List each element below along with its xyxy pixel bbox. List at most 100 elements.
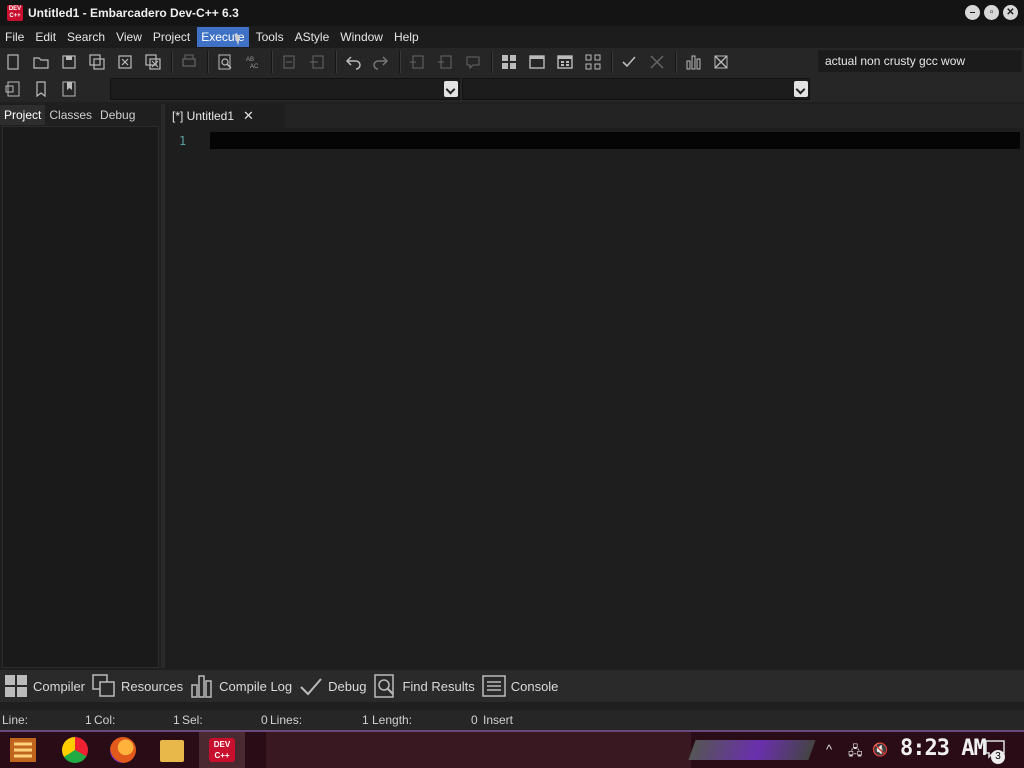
tray-expand-icon[interactable]: ^ — [826, 742, 832, 757]
menu-window[interactable]: Window — [336, 27, 387, 47]
close-all-icon[interactable] — [140, 50, 166, 74]
status-lines-label: Lines: — [270, 713, 303, 727]
menu-search[interactable]: Search — [63, 27, 109, 47]
member-combo[interactable] — [462, 78, 810, 100]
new-project-icon[interactable] — [404, 50, 430, 74]
compiler-icon — [5, 675, 27, 697]
replace-icon[interactable]: AB AC — [240, 50, 266, 74]
status-lines-value: 1 — [362, 713, 369, 727]
toolbar-separator — [491, 51, 493, 73]
goto-bookmark-icon[interactable] — [56, 77, 82, 101]
devcpp-taskbar-button[interactable]: DEV C++ — [199, 732, 245, 768]
remove-from-project-icon[interactable] — [432, 50, 458, 74]
chevron-down-icon[interactable] — [794, 81, 808, 97]
menu-file[interactable]: File — [1, 27, 28, 47]
tab-debug-label: Debug — [328, 678, 367, 694]
tab-find-results[interactable]: Find Results — [372, 672, 475, 700]
status-line-label: Line: — [2, 713, 29, 727]
redo-icon[interactable] — [368, 50, 394, 74]
save-all-icon[interactable] — [84, 50, 110, 74]
taskbar-empty-area — [266, 732, 691, 768]
tab-resources[interactable]: Resources — [91, 672, 183, 700]
tab-project[interactable]: Project — [0, 104, 46, 125]
menu-project[interactable]: Project — [149, 27, 194, 47]
rebuild-all-icon[interactable] — [580, 50, 606, 74]
tab-debug[interactable]: Debug — [96, 105, 139, 125]
status-length-label: Length: — [372, 713, 413, 727]
svg-text:AC: AC — [250, 64, 259, 70]
code-editor[interactable]: 1 — [165, 128, 1024, 668]
menu-view[interactable]: View — [112, 27, 146, 47]
taskbar-clock[interactable]: 8:23 AM — [900, 736, 987, 761]
left-panel-tabs: Project Classes Debug — [0, 104, 162, 125]
open-folder-icon[interactable] — [28, 50, 54, 74]
minimize-icon[interactable]: – — [965, 5, 980, 20]
print-icon[interactable] — [176, 50, 202, 74]
project-options-icon[interactable] — [460, 50, 486, 74]
menu-edit[interactable]: Edit — [31, 27, 60, 47]
tab-console-label: Console — [510, 678, 559, 694]
indent-icon[interactable] — [276, 50, 302, 74]
status-col-label: Col: — [94, 713, 116, 727]
stop-execution-icon[interactable] — [644, 50, 670, 74]
status-length-value: 0 — [471, 713, 478, 727]
bottom-panel-tabs: Compiler Resources Compile Log Debug Fin… — [0, 670, 1024, 702]
checkmark-icon — [300, 678, 322, 696]
window-controls: – ▫ ✕ — [965, 5, 1018, 20]
tab-untitled1[interactable]: [*] Untitled1 ✕ — [165, 104, 285, 128]
network-icon[interactable]: 🖧 — [848, 742, 863, 764]
delete-profile-icon[interactable] — [708, 50, 734, 74]
undo-icon[interactable] — [340, 50, 366, 74]
class-combo[interactable] — [110, 78, 460, 100]
profile-icon[interactable] — [680, 50, 706, 74]
tab-close-icon[interactable]: ✕ — [243, 108, 254, 124]
close-icon[interactable]: ✕ — [1003, 5, 1018, 20]
svg-text:AB: AB — [246, 57, 254, 63]
status-bar: Line: 1 Col: 1 Sel: 0 Lines: 1 Length: 0… — [0, 710, 1024, 730]
project-tree-panel[interactable] — [2, 126, 159, 668]
compile-icon[interactable] — [496, 50, 522, 74]
tab-compiler-label: Compiler — [33, 678, 86, 694]
tab-compile-log[interactable]: Compile Log — [189, 672, 292, 700]
devcpp-logo-icon: DEV C++ — [7, 5, 23, 21]
menu-help[interactable]: Help — [390, 27, 423, 47]
unindent-icon[interactable] — [304, 50, 330, 74]
menu-tools[interactable]: Tools — [252, 27, 288, 47]
toolbar-separator — [675, 51, 677, 73]
start-button-icon[interactable] — [6, 736, 40, 764]
toolbar-separator — [611, 51, 613, 73]
toolbar-separator — [399, 51, 401, 73]
resources-icon — [92, 674, 115, 697]
toolbar-separator — [207, 51, 209, 73]
volume-muted-icon[interactable]: 🔇 — [872, 742, 888, 758]
tab-classes[interactable]: Classes — [45, 105, 96, 125]
tab-compiler[interactable]: Compiler — [3, 672, 85, 700]
bookmark-icon[interactable] — [28, 77, 54, 101]
tab-resources-label: Resources — [121, 678, 184, 694]
menu-astyle[interactable]: AStyle — [291, 27, 334, 47]
restore-icon[interactable]: ▫ — [984, 5, 999, 20]
find-results-icon — [374, 674, 395, 698]
save-icon[interactable] — [56, 50, 82, 74]
close-file-icon[interactable] — [112, 50, 138, 74]
syntax-check-icon[interactable] — [616, 50, 642, 74]
notification-count-badge: 3 — [991, 750, 1005, 764]
secondary-toolbar — [0, 76, 84, 102]
chrome-icon[interactable] — [62, 737, 88, 763]
firefox-icon[interactable] — [110, 737, 136, 763]
compile-run-icon[interactable] — [552, 50, 578, 74]
goto-line-icon[interactable] — [0, 77, 26, 101]
status-sel-label: Sel: — [182, 713, 203, 727]
toolbar-separator — [171, 51, 173, 73]
status-sel-value: 0 — [261, 713, 268, 727]
compiler-set-field[interactable]: actual non crusty gcc wow — [818, 50, 1022, 72]
chevron-down-icon[interactable] — [444, 81, 458, 97]
tab-console[interactable]: Console — [481, 672, 559, 700]
run-icon[interactable] — [524, 50, 550, 74]
status-line-value: 1 — [85, 713, 92, 727]
new-file-icon[interactable] — [0, 50, 26, 74]
tab-debug-output[interactable]: Debug — [298, 672, 366, 700]
find-icon[interactable] — [212, 50, 238, 74]
file-explorer-icon[interactable] — [160, 740, 184, 762]
taskbar-decoration — [688, 740, 816, 760]
